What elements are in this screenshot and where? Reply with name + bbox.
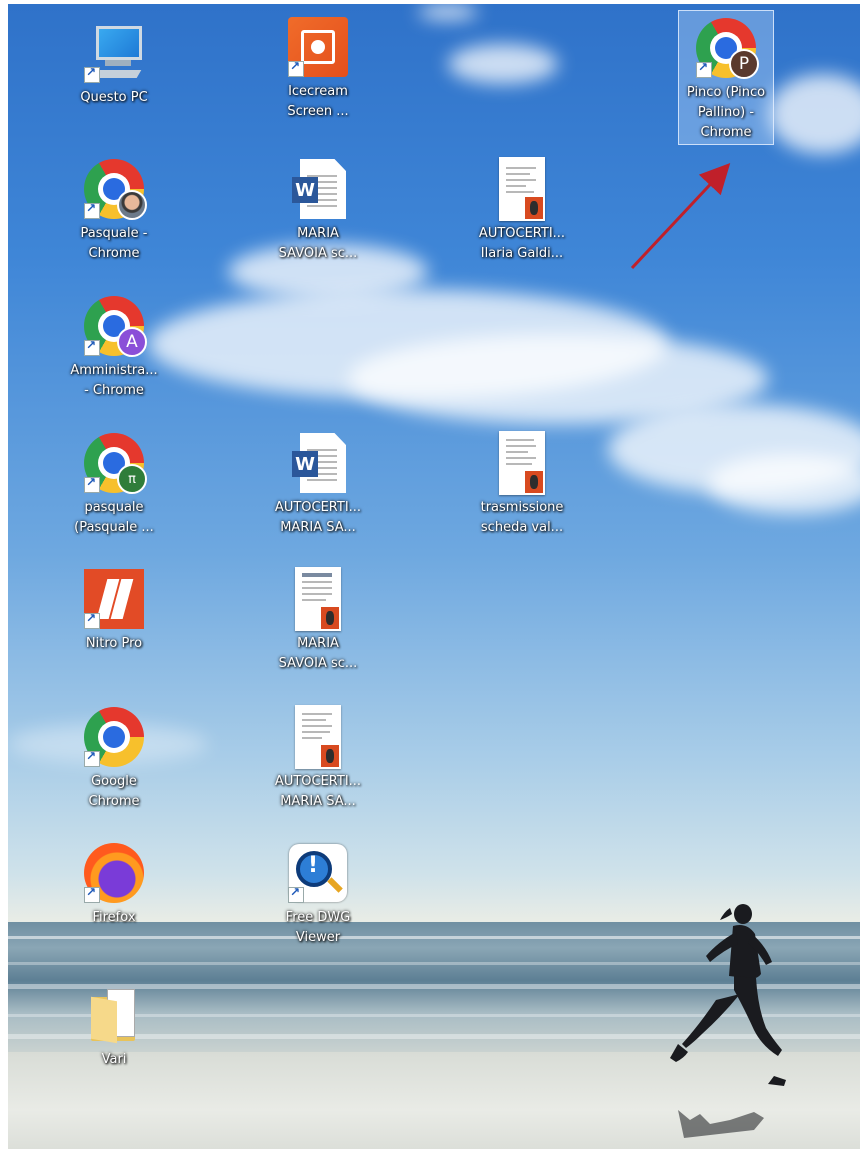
icon-label: Firefox bbox=[92, 910, 136, 925]
shortcut-arrow-icon bbox=[288, 885, 304, 903]
shortcut-arrow-icon bbox=[288, 59, 304, 77]
icon-maria-savoia-word[interactable]: W MARIA SAVOIA sc... bbox=[270, 152, 366, 264]
icon-autocerti-ilaria[interactable]: AUTOCERTI... Ilaria Galdi... bbox=[474, 152, 570, 264]
desktop-wallpaper: Questo PC Icecream Screen ... P Pinco (P… bbox=[8, 4, 860, 1149]
icon-nitro-pro[interactable]: Nitro Pro bbox=[66, 562, 162, 654]
icon-firefox[interactable]: Firefox bbox=[66, 836, 162, 928]
icon-label: Pinco (Pinco Pallino) - Chrome bbox=[686, 85, 766, 140]
icon-label: pasquale (Pasquale ... bbox=[74, 500, 154, 535]
icon-pasquale-chrome[interactable]: Pasquale - Chrome bbox=[66, 152, 162, 264]
profile-badge-logo: π bbox=[117, 464, 147, 494]
icon-icecream-screen[interactable]: Icecream Screen ... bbox=[270, 10, 366, 122]
shortcut-arrow-icon bbox=[84, 338, 100, 356]
shortcut-arrow-icon bbox=[696, 60, 712, 78]
icon-label: AUTOCERTI... MARIA SA... bbox=[274, 774, 362, 809]
icon-pinco-chrome[interactable]: P Pinco (Pinco Pallino) - Chrome bbox=[678, 10, 774, 145]
word-icon: W bbox=[292, 451, 318, 477]
shortcut-arrow-icon bbox=[84, 475, 100, 493]
icon-label: Amministra... - Chrome bbox=[70, 363, 158, 398]
icon-autocerti-maria-pdf[interactable]: AUTOCERTI... MARIA SA... bbox=[270, 700, 366, 812]
icon-label: Google Chrome bbox=[88, 774, 140, 809]
profile-photo-avatar bbox=[117, 190, 147, 220]
icon-label: Vari bbox=[101, 1052, 127, 1067]
icon-questo-pc[interactable]: Questo PC bbox=[66, 16, 162, 108]
icon-free-dwg-viewer[interactable]: Free DWG Viewer bbox=[270, 836, 366, 948]
icon-label: Questo PC bbox=[80, 90, 148, 105]
icon-vari-folder[interactable]: Vari bbox=[66, 978, 162, 1070]
pdf-document-icon bbox=[295, 567, 341, 631]
icon-label: AUTOCERTI... MARIA SA... bbox=[274, 500, 362, 535]
folder-icon bbox=[91, 989, 137, 1044]
shortcut-arrow-icon bbox=[84, 611, 100, 629]
icon-label: AUTOCERTI... Ilaria Galdi... bbox=[478, 226, 566, 261]
icon-label: MARIA SAVOIA sc... bbox=[278, 226, 358, 261]
profile-badge-a: A bbox=[117, 327, 147, 357]
shortcut-arrow-icon bbox=[84, 885, 100, 903]
pdf-document-icon bbox=[499, 431, 545, 495]
pdf-document-icon bbox=[295, 705, 341, 769]
pdf-document-icon bbox=[499, 157, 545, 221]
icon-maria-savoia-pdf[interactable]: MARIA SAVOIA sc... bbox=[270, 562, 366, 674]
icon-pasquale-profile-chrome[interactable]: π pasquale (Pasquale ... bbox=[66, 426, 162, 538]
icon-google-chrome[interactable]: Google Chrome bbox=[66, 700, 162, 812]
icon-label: Pasquale - Chrome bbox=[80, 226, 148, 261]
icon-label: trasmissione scheda val... bbox=[480, 500, 564, 535]
icon-label: Free DWG Viewer bbox=[285, 910, 351, 945]
icon-label: Icecream Screen ... bbox=[287, 84, 349, 119]
shortcut-arrow-icon bbox=[84, 65, 100, 83]
shortcut-arrow-icon bbox=[84, 201, 100, 219]
shortcut-arrow-icon bbox=[84, 749, 100, 767]
icon-label: Nitro Pro bbox=[85, 636, 143, 651]
icon-amministra-chrome[interactable]: A Amministra... - Chrome bbox=[66, 289, 162, 401]
profile-badge-p: P bbox=[729, 49, 759, 79]
word-icon: W bbox=[292, 177, 318, 203]
icon-trasmissione-scheda[interactable]: trasmissione scheda val... bbox=[474, 426, 570, 538]
icon-autocerti-maria-word[interactable]: W AUTOCERTI... MARIA SA... bbox=[270, 426, 366, 538]
icon-label: MARIA SAVOIA sc... bbox=[278, 636, 358, 671]
runner-silhouette bbox=[670, 904, 786, 1138]
